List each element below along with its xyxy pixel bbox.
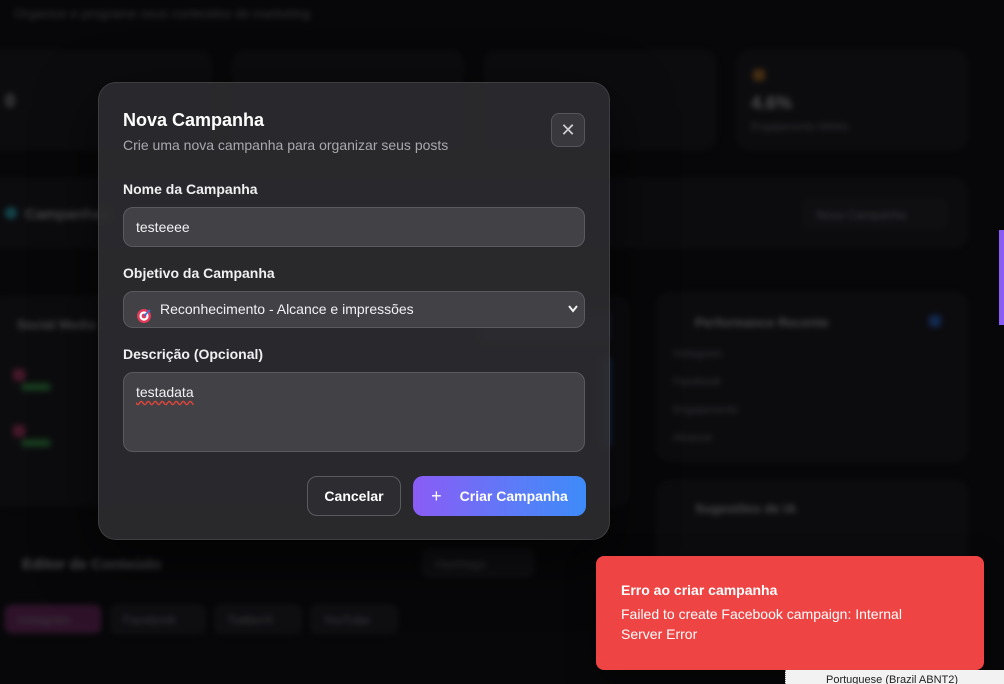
- campaign-name-label: Nome da Campanha: [123, 181, 258, 197]
- target-icon: [136, 302, 152, 323]
- cancel-button[interactable]: Cancelar: [307, 476, 401, 516]
- campaign-objective-select[interactable]: Reconhecimento - Alcance e impressões: [123, 291, 585, 328]
- error-toast[interactable]: Erro ao criar campanha Failed to create …: [596, 556, 984, 670]
- create-campaign-label: Criar Campanha: [459, 488, 568, 504]
- close-button[interactable]: ✕: [551, 113, 585, 147]
- input-language-label: Portuguese (Brazil ABNT2): [826, 674, 959, 684]
- dialog-title: Nova Campanha: [123, 110, 265, 130]
- campaign-description-textarea[interactable]: testadata: [123, 372, 585, 452]
- campaign-name-input[interactable]: testeeee: [123, 207, 585, 247]
- new-campaign-dialog: Nova Campanha Crie uma nova campanha par…: [98, 82, 610, 540]
- toast-message: Failed to create Facebook campaign: Inte…: [621, 606, 902, 642]
- campaign-description-label: Descrição (Opcional): [123, 346, 264, 362]
- scrollbar-accent: [999, 230, 1004, 325]
- campaign-description-value: testadata: [136, 384, 194, 400]
- dialog-subtitle: Crie uma nova campanha para organizar se…: [123, 137, 449, 153]
- campaign-objective-label: Objetivo da Campanha: [123, 265, 275, 281]
- campaign-objective-value: Reconhecimento - Alcance e impressões: [160, 301, 414, 317]
- chevron-down-icon: [568, 292, 578, 341]
- create-campaign-button[interactable]: + Criar Campanha: [413, 476, 586, 516]
- input-language-indicator[interactable]: Portuguese (Brazil ABNT2): [785, 670, 1004, 684]
- plus-icon: +: [431, 485, 442, 506]
- close-icon: ✕: [560, 120, 576, 140]
- toast-title: Erro ao criar campanha: [621, 582, 778, 598]
